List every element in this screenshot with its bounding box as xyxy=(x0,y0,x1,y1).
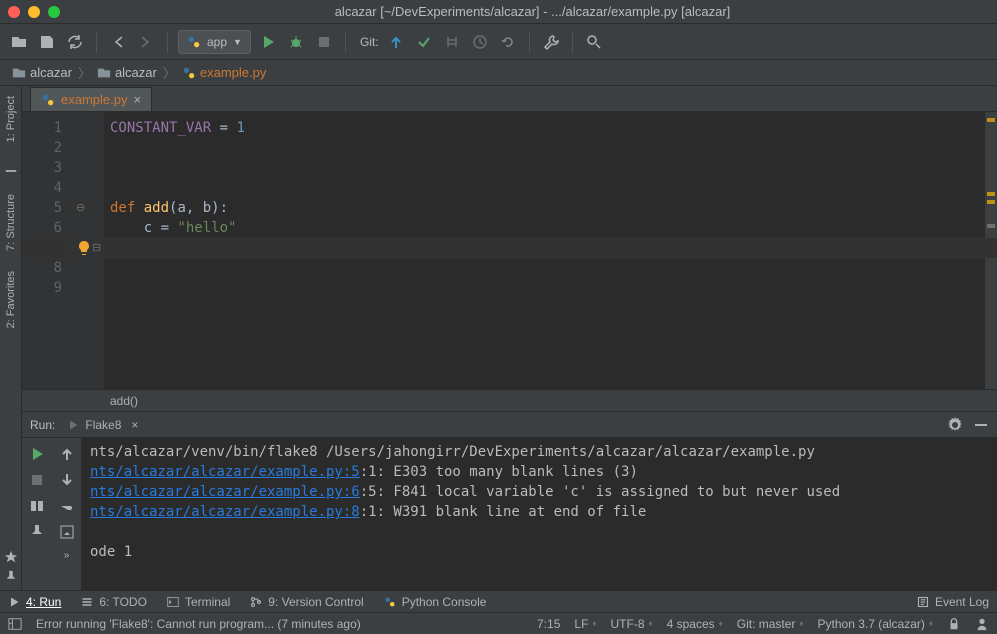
run-tab-flake8[interactable]: Flake8 × xyxy=(67,418,138,432)
up-arrow-icon[interactable] xyxy=(59,446,75,462)
breadcrumb-folder[interactable]: alcazar xyxy=(93,65,161,80)
close-run-tab-icon[interactable]: × xyxy=(131,418,138,432)
window-title: alcazar [~/DevExperiments/alcazar] - ...… xyxy=(76,4,989,19)
gear-icon[interactable] xyxy=(947,417,963,433)
git-branch[interactable]: Git: master♦ xyxy=(737,617,804,631)
more-icon[interactable]: » xyxy=(64,550,70,561)
breadcrumb-root[interactable]: alcazar xyxy=(8,65,76,80)
tab-version-control[interactable]: 9: Version Control xyxy=(250,595,363,609)
line-separator[interactable]: LF♦ xyxy=(574,617,596,631)
tab-python-console[interactable]: Python Console xyxy=(384,595,487,609)
fold-icon[interactable]: ⊖ xyxy=(76,198,92,214)
editor-context-bar: add() xyxy=(22,389,997,411)
git-label: Git: xyxy=(360,35,379,49)
search-icon[interactable] xyxy=(583,31,605,53)
indent[interactable]: 4 spaces♦ xyxy=(667,617,723,631)
sidebar-tab-favorites[interactable]: 2: Favorites xyxy=(3,261,19,338)
run-header: Run: Flake8 × xyxy=(22,412,997,438)
lock-icon[interactable] xyxy=(947,617,961,631)
run-toolbar-right: » xyxy=(52,438,82,590)
pin-run-icon[interactable] xyxy=(29,524,45,540)
console-link[interactable]: nts/alcazar/alcazar/example.py:8 xyxy=(90,504,360,520)
tab-todo[interactable]: 6: TODO xyxy=(81,595,147,609)
editor-tab-example[interactable]: example.py × xyxy=(30,87,152,111)
tool-windows-icon[interactable] xyxy=(8,617,22,631)
git-update-icon[interactable] xyxy=(385,31,407,53)
status-bar: Error running 'Flake8': Cannot run progr… xyxy=(0,612,997,634)
python-interpreter[interactable]: Python 3.7 (alcazar)♦ xyxy=(818,617,933,631)
save-icon[interactable] xyxy=(36,31,58,53)
editor-body[interactable]: 1 2 3 4 5 6 7 8 9 ⊖ ⊟ CONSTANT_VAR = 1 d… xyxy=(22,112,997,389)
close-window-button[interactable] xyxy=(8,6,20,18)
run-header-label: Run: xyxy=(30,418,55,432)
maximize-window-button[interactable] xyxy=(48,6,60,18)
cursor-position[interactable]: 7:15 xyxy=(537,617,560,631)
tab-terminal[interactable]: Terminal xyxy=(167,595,230,609)
scroll-icon[interactable] xyxy=(59,524,75,540)
encoding[interactable]: UTF-8♦ xyxy=(611,617,653,631)
fold-end-icon[interactable]: ⊟ xyxy=(92,238,108,254)
git-revert-icon[interactable] xyxy=(497,31,519,53)
pin-icon[interactable] xyxy=(4,570,18,584)
hector-icon[interactable] xyxy=(975,617,989,631)
breadcrumb-bar: alcazar 〉 alcazar 〉 example.py xyxy=(0,60,997,86)
hide-icon[interactable] xyxy=(973,417,989,433)
git-history-icon[interactable] xyxy=(469,31,491,53)
run-button[interactable] xyxy=(257,31,279,53)
open-icon[interactable] xyxy=(8,31,30,53)
console-link[interactable]: nts/alcazar/alcazar/example.py:6 xyxy=(90,484,360,500)
console-link[interactable]: nts/alcazar/alcazar/example.py:5 xyxy=(90,464,360,480)
window-controls xyxy=(8,6,60,18)
layout-icon[interactable] xyxy=(29,498,45,514)
minimize-icon[interactable] xyxy=(4,164,18,178)
sidebar-tab-project[interactable]: 1: Project xyxy=(3,86,19,152)
run-tool-window: Run: Flake8 × xyxy=(22,411,997,590)
debug-button[interactable] xyxy=(285,31,307,53)
minimize-window-button[interactable] xyxy=(28,6,40,18)
star-icon[interactable] xyxy=(4,550,18,564)
titlebar: alcazar [~/DevExperiments/alcazar] - ...… xyxy=(0,0,997,24)
tab-run[interactable]: 4: Run xyxy=(8,595,61,609)
tab-event-log[interactable]: Event Log xyxy=(917,595,989,609)
left-tool-gutter: 1: Project 7: Structure 2: Favorites xyxy=(0,86,22,590)
status-message[interactable]: Error running 'Flake8': Cannot run progr… xyxy=(36,617,361,631)
run-config-selector[interactable]: app ▼ xyxy=(178,30,251,54)
console-output[interactable]: nts/alcazar/venv/bin/flake8 /Users/jahon… xyxy=(82,438,997,590)
chevron-right-icon: 〉 xyxy=(78,63,91,82)
sidebar-tab-structure[interactable]: 7: Structure xyxy=(3,184,19,261)
build-icon[interactable] xyxy=(540,31,562,53)
bottom-tool-tabs: 4: Run 6: TODO Terminal 9: Version Contr… xyxy=(0,590,997,612)
caret-down-icon: ▼ xyxy=(233,37,242,47)
main-toolbar: app ▼ Git: xyxy=(0,24,997,60)
down-arrow-icon[interactable] xyxy=(59,472,75,488)
context-label: add() xyxy=(110,394,138,408)
forward-icon[interactable] xyxy=(135,31,157,53)
editor-tab-bar: example.py × xyxy=(22,86,997,112)
stop-run-icon[interactable] xyxy=(29,472,45,488)
sync-icon[interactable] xyxy=(64,31,86,53)
stop-button[interactable] xyxy=(313,31,335,53)
close-tab-icon[interactable]: × xyxy=(133,92,141,107)
editor-tab-label: example.py xyxy=(61,92,127,107)
back-icon[interactable] xyxy=(107,31,129,53)
git-commit-icon[interactable] xyxy=(413,31,435,53)
gutter-marks: ⊖ ⊟ xyxy=(70,112,104,389)
run-toolbar-left xyxy=(22,438,52,590)
current-line-highlight xyxy=(22,238,997,258)
run-config-label: app xyxy=(207,35,227,49)
rerun-icon[interactable] xyxy=(29,446,45,462)
git-compare-icon[interactable] xyxy=(441,31,463,53)
intention-bulb-icon[interactable] xyxy=(76,240,92,256)
chevron-right-icon: 〉 xyxy=(163,63,176,82)
warning-marker[interactable] xyxy=(987,192,995,196)
caret-marker xyxy=(987,224,995,228)
breadcrumb-file[interactable]: example.py xyxy=(178,65,270,80)
wrap-icon[interactable] xyxy=(59,498,75,514)
